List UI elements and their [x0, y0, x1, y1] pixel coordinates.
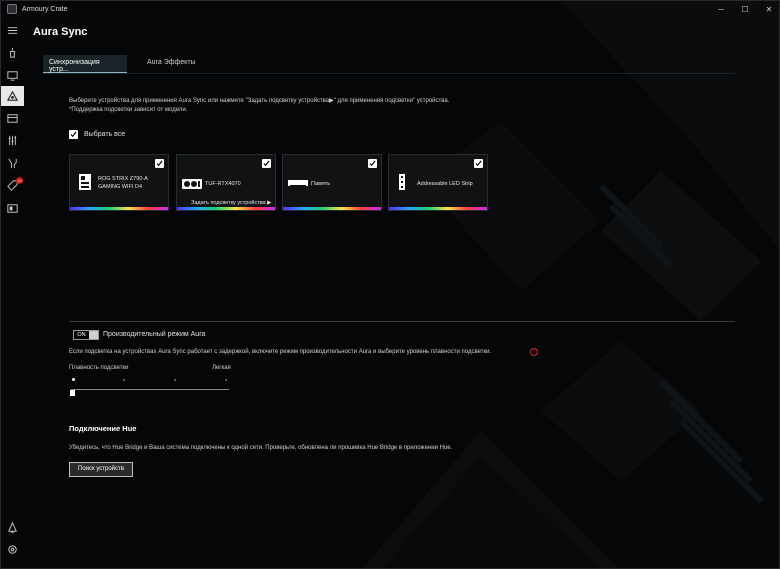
slider-step[interactable] — [174, 379, 176, 381]
sync-instruction: Выберите устройства для применения Aura … — [69, 98, 450, 104]
set-device-lighting-link[interactable]: Задать подсветку устройства ▶ — [191, 200, 271, 206]
device-icon — [7, 70, 18, 81]
performance-mode-toggle[interactable]: ON — [73, 330, 99, 340]
maximize-button[interactable]: ☐ — [733, 1, 757, 17]
device-name: TUF-RTX4070 — [205, 181, 241, 187]
rgb-strip — [70, 207, 168, 210]
graphics-card-icon — [182, 179, 202, 189]
device-name-line1: ROG STRIX Z790-A — [98, 176, 148, 182]
rgb-strip — [177, 207, 275, 210]
sidebar-item-home[interactable] — [1, 42, 24, 62]
tab-bar: Синхронизация устр... Aura Эффекты — [43, 55, 202, 73]
memory-icon — [288, 180, 308, 186]
tab-aura-effects[interactable]: Aura Эффекты — [141, 55, 202, 73]
device-card-motherboard[interactable]: ROG STRIX Z790-A GAMING WIFI D4 — [69, 154, 169, 211]
performance-mode-label: Производительный режим Aura — [103, 331, 206, 338]
checkmark-icon — [475, 160, 482, 167]
info-icon[interactable]: ! — [530, 348, 538, 356]
toggle-knob — [89, 331, 98, 339]
background-pattern — [362, 1, 779, 568]
tools-icon — [8, 135, 17, 145]
sidebar-item-aura-sync[interactable] — [1, 86, 24, 106]
search-devices-button[interactable]: Поиск устройств — [69, 462, 133, 477]
app-window: Armoury Crate ─ ☐ ✕ 10 Aura Sync Синхрон… — [0, 0, 780, 569]
menu-icon — [7, 26, 18, 34]
hue-section-title: Подключение Hue — [69, 424, 137, 433]
home-icon — [9, 47, 16, 58]
slider-step[interactable] — [225, 379, 227, 381]
sidebar: 10 — [1, 17, 24, 568]
device-checkbox[interactable] — [368, 159, 377, 168]
gamevisual-icon — [7, 113, 18, 123]
smoothness-label: Плавность подсветки — [69, 365, 129, 371]
tab-divider — [43, 73, 735, 74]
rgb-strip — [389, 207, 487, 210]
sidebar-item-maintenance[interactable] — [1, 153, 24, 173]
wrench-screwdriver-icon — [8, 158, 17, 168]
checkmark-icon — [70, 131, 77, 138]
select-all-checkbox[interactable] — [69, 130, 78, 139]
checkmark-icon — [156, 160, 163, 167]
checkmark-icon — [369, 160, 376, 167]
device-name: ROG STRIX Z790-A GAMING WIFI D4 — [98, 175, 148, 191]
sidebar-item-tools[interactable] — [1, 130, 24, 150]
tab-device-sync[interactable]: Синхронизация устр... — [43, 55, 127, 73]
user-account-icon — [8, 521, 17, 533]
rgb-strip — [283, 207, 381, 210]
slider-step[interactable] — [123, 379, 125, 381]
slider-step[interactable] — [72, 378, 75, 381]
slider-thumb[interactable] — [70, 390, 75, 396]
device-card-graphics-card[interactable]: TUF-RTX4070 Задать подсветку устройства … — [176, 154, 276, 211]
aura-sync-icon — [6, 90, 19, 101]
select-all-label: Выбрать все — [84, 131, 126, 138]
sidebar-item-gamevisual[interactable] — [1, 108, 24, 128]
minimize-button[interactable]: ─ — [709, 1, 733, 17]
motherboard-icon — [79, 174, 91, 190]
device-checkbox[interactable] — [155, 159, 164, 168]
performance-description: Если подсветка на устройствах Aura Sync … — [69, 349, 492, 355]
led-strip-icon — [399, 174, 405, 190]
sync-support-note: *Поддержка подсветки зависит от модели. — [69, 107, 188, 113]
notification-badge: 10 — [16, 177, 23, 184]
device-name: Память — [311, 181, 331, 187]
sidebar-item-account[interactable] — [1, 517, 24, 537]
page-title: Aura Sync — [33, 26, 88, 38]
sidebar-item-device[interactable] — [1, 65, 24, 85]
section-divider — [69, 321, 735, 322]
app-logo-icon — [7, 4, 17, 14]
sidebar-item-deals[interactable]: 10 — [1, 175, 24, 195]
device-name: Addressable LED Strip — [417, 181, 473, 187]
device-card-memory[interactable]: Память — [282, 154, 382, 211]
device-card-led-strip[interactable]: Addressable LED Strip — [388, 154, 488, 211]
smoothness-slider[interactable] — [71, 389, 229, 390]
device-checkbox[interactable] — [262, 159, 271, 168]
checkmark-icon — [263, 160, 270, 167]
close-button[interactable]: ✕ — [757, 1, 779, 17]
smoothness-light-label: Легкая — [212, 365, 231, 371]
app-title: Armoury Crate — [22, 5, 68, 13]
sidebar-menu-button[interactable] — [1, 20, 24, 40]
device-name-line2: GAMING WIFI D4 — [98, 184, 142, 190]
sidebar-item-settings[interactable] — [1, 539, 24, 559]
toggle-state: ON — [77, 332, 86, 338]
sidebar-item-news[interactable] — [1, 198, 24, 218]
news-icon — [7, 203, 18, 213]
window-controls: ─ ☐ ✕ — [709, 1, 779, 17]
device-checkbox[interactable] — [474, 159, 483, 168]
title-bar: Armoury Crate ─ ☐ ✕ — [1, 1, 779, 17]
settings-gear-icon — [8, 544, 17, 554]
hue-description: Убедитесь, что Hue Bridge и Ваша система… — [69, 445, 453, 451]
